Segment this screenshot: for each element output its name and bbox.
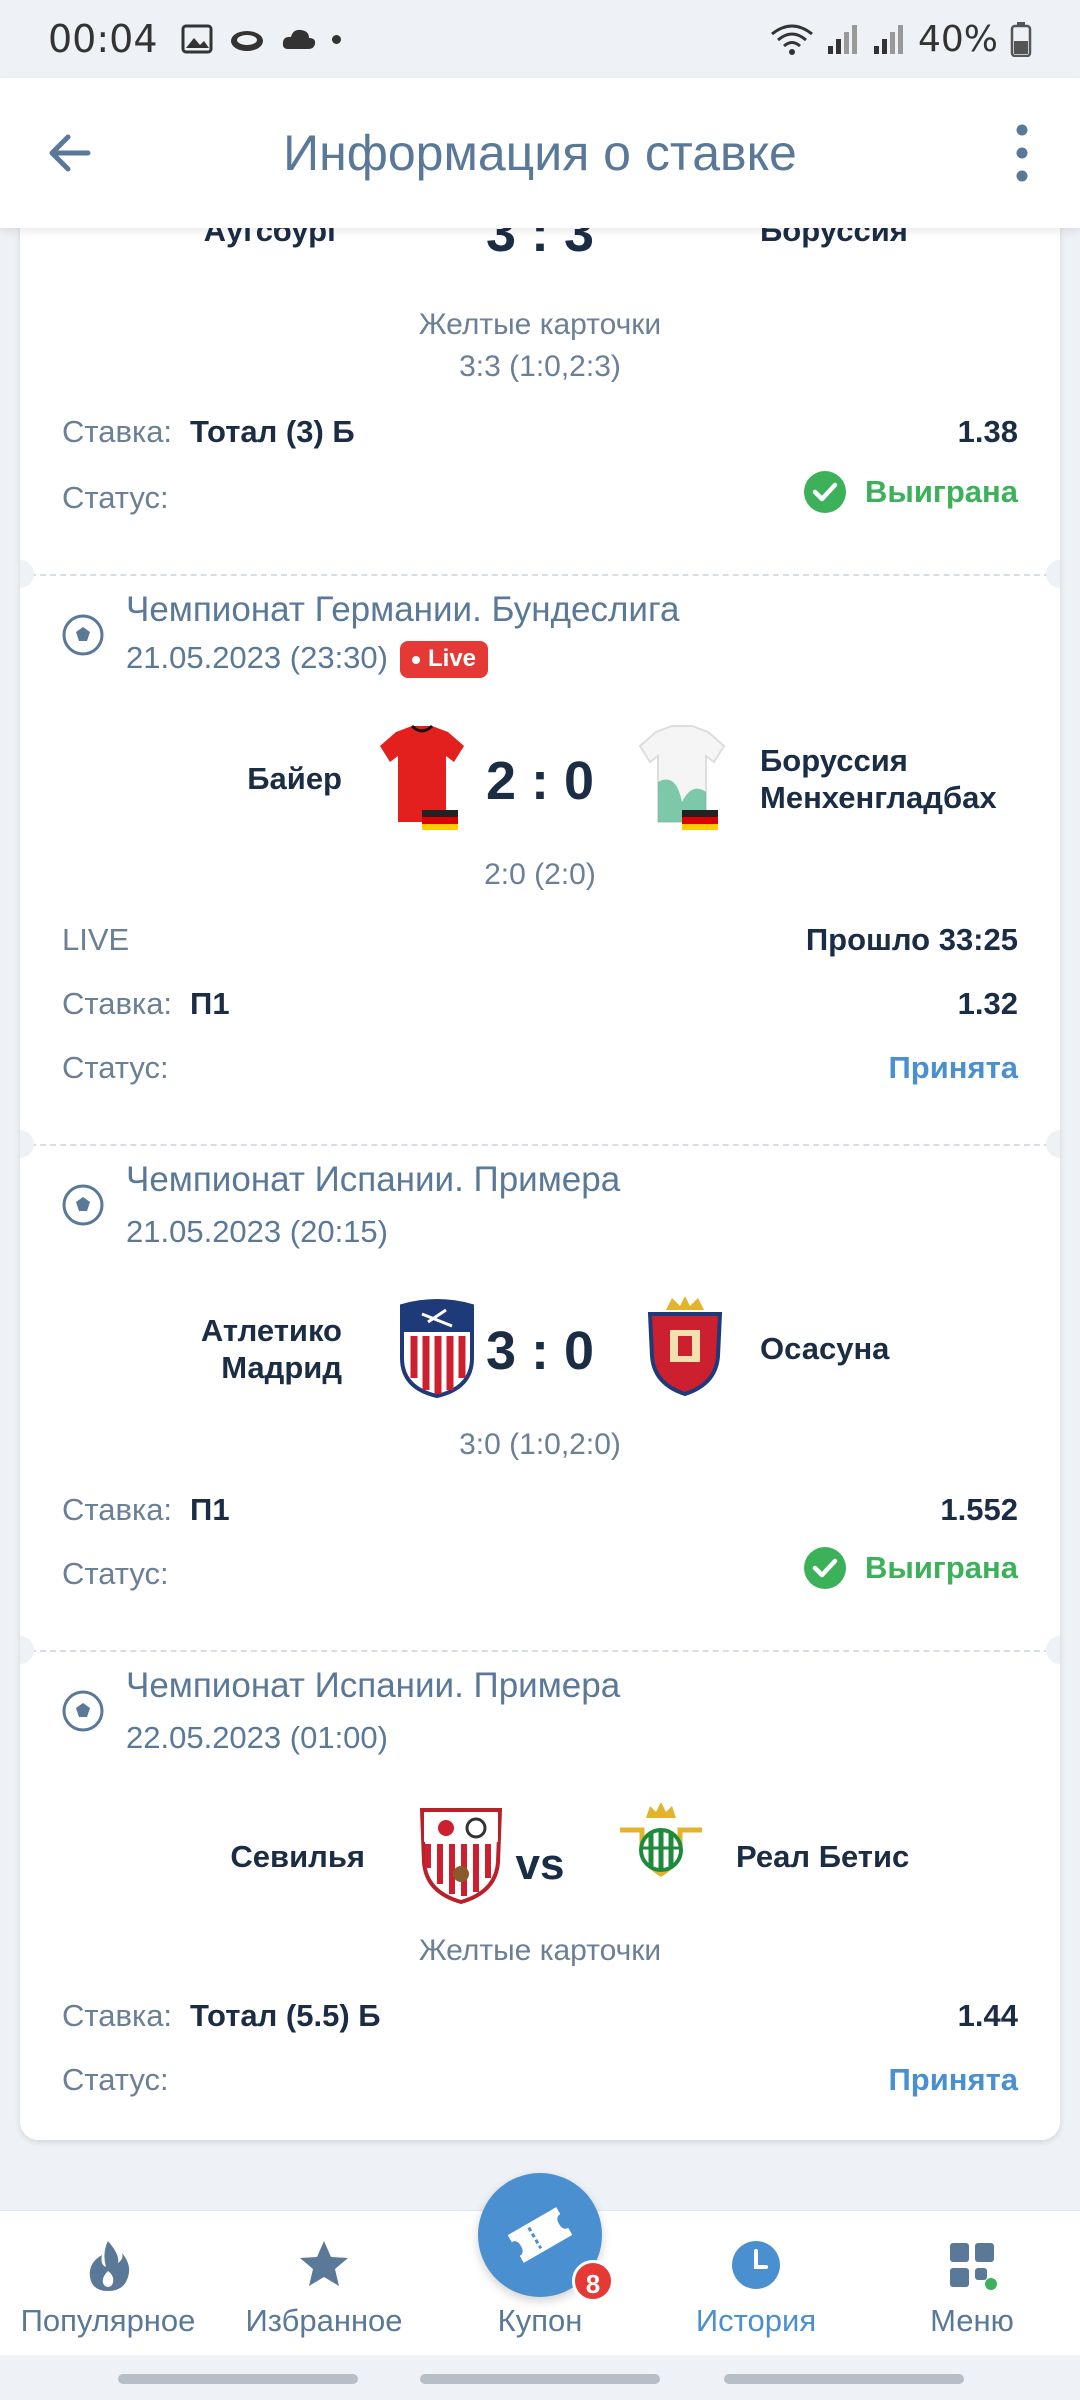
- bet-market: Желтые карточки: [418, 308, 662, 341]
- stake-value: П1: [190, 1492, 230, 1527]
- match-date: 21.05.2023 (23:30) Live: [126, 640, 489, 679]
- home-team-name: Атлетико Мадрид: [200, 1313, 342, 1385]
- system-nav-bar: [420, 2374, 660, 2384]
- match-result-detail: 3:3 (1:0,2:3): [459, 350, 621, 383]
- ticket-notch: [1046, 1130, 1060, 1158]
- battery-icon: [1010, 22, 1032, 57]
- away-jersey-icon: [638, 725, 726, 830]
- more-vertical-icon[interactable]: [1002, 118, 1042, 188]
- nav-menu[interactable]: Меню: [864, 2237, 1080, 2339]
- real-betis-crest-icon: [620, 1802, 702, 1877]
- status-label: Статус:: [62, 1556, 169, 1591]
- match-score: 2 : 0: [485, 751, 595, 811]
- ticket-notch: [20, 560, 34, 588]
- dot-icon: [331, 34, 341, 44]
- match-date: 22.05.2023 (01:00): [126, 1720, 388, 1755]
- live-badge: Live: [400, 641, 489, 679]
- nav-popular[interactable]: Популярное: [0, 2237, 216, 2339]
- osasuna-crest-icon: [647, 1296, 723, 1396]
- check-circle-icon: [804, 1547, 847, 1589]
- app-header: Информация о ставке: [0, 78, 1080, 228]
- status-bar: 00:04 40%: [0, 0, 1080, 78]
- clock-icon: [732, 2241, 780, 2289]
- football-icon: [62, 1690, 104, 1732]
- bet-market: Желтые карточки: [418, 1934, 662, 1967]
- nav-favorites[interactable]: Избранное: [216, 2237, 432, 2339]
- ticket-notch: [20, 1130, 34, 1158]
- status-accepted: Принята: [888, 1050, 1018, 1085]
- odds-value: 1.38: [957, 414, 1018, 449]
- check-circle-icon: [804, 471, 847, 513]
- stake-value: П1: [190, 986, 230, 1021]
- nav-coupon[interactable]: Купон: [432, 2303, 648, 2339]
- status-label: Статус:: [62, 480, 169, 515]
- stake-value: Тотал (3) Б: [190, 414, 355, 449]
- signal-icon: [827, 25, 857, 54]
- status-won: Выиграна: [803, 470, 1018, 514]
- stake-row: Ставка: П1: [62, 986, 230, 1021]
- grid-icon: [950, 2243, 997, 2290]
- football-icon: [62, 1184, 104, 1226]
- back-arrow-icon[interactable]: [42, 123, 102, 183]
- divider: [20, 1650, 1060, 1652]
- ticket-notch: [20, 1636, 34, 1664]
- star-icon: [300, 2241, 348, 2286]
- versus-label: vs: [515, 1840, 565, 1889]
- weather-cloud-icon: [282, 29, 315, 49]
- page-title: Информация о ставке: [283, 125, 797, 181]
- match-date: 21.05.2023 (20:15): [126, 1214, 388, 1249]
- league-name: Чемпионат Испании. Примера: [126, 1160, 621, 1199]
- home-team-name: Севилья: [230, 1839, 365, 1874]
- match-result-detail: 3:0 (1:0,2:0): [459, 1428, 621, 1461]
- status-won: Выиграна: [803, 1546, 1018, 1590]
- away-team-name: Осасуна: [760, 1331, 890, 1366]
- bet-details-card: Аугсбург 3 : 3 Боруссия Желтые карточки …: [20, 150, 1060, 2140]
- away-team-name: Боруссия Менхенгладбах: [760, 743, 997, 815]
- system-nav-bar: [118, 2374, 358, 2384]
- ticket-notch: [1046, 1636, 1060, 1664]
- cloud-icon: [230, 31, 263, 51]
- status-accepted: Принята: [888, 2062, 1018, 2097]
- stake-row: Ставка: П1: [62, 1492, 230, 1527]
- home-team-name: Байер: [247, 761, 342, 796]
- divider: [20, 1144, 1060, 1146]
- football-icon: [62, 614, 104, 656]
- stake-row: Ставка: Тотал (3) Б: [62, 414, 355, 449]
- odds-value: 1.552: [940, 1492, 1018, 1527]
- away-team-name: Реал Бетис: [736, 1839, 910, 1874]
- wifi-icon: [771, 24, 813, 55]
- stake-row: Ставка: Тотал (5.5) Б: [62, 1998, 381, 2033]
- signal-icon-2: [873, 25, 903, 54]
- elapsed-time: Прошло 33:25: [805, 922, 1018, 957]
- league-name: Чемпионат Испании. Примера: [126, 1666, 621, 1705]
- divider: [20, 574, 1060, 576]
- status-label: Статус:: [62, 1050, 169, 1085]
- match-result-detail: 2:0 (2:0): [484, 858, 596, 891]
- league-name: Чемпионат Германии. Бундеслига: [126, 590, 680, 629]
- match-score: 3 : 0: [485, 1321, 595, 1381]
- live-label: LIVE: [62, 922, 130, 957]
- status-label: Статус:: [62, 2062, 169, 2097]
- ticket-notch: [1046, 560, 1060, 588]
- battery-level: 40%: [917, 18, 998, 60]
- odds-value: 1.32: [957, 986, 1018, 1021]
- stake-value: Тотал (5.5) Б: [190, 1998, 381, 2033]
- flame-icon: [89, 2241, 130, 2291]
- gallery-icon: [181, 24, 213, 54]
- nav-history[interactable]: История: [648, 2237, 864, 2339]
- coupon-count-badge: 8: [572, 2260, 614, 2302]
- system-nav-bar: [724, 2374, 964, 2384]
- status-time: 00:04: [48, 17, 158, 61]
- odds-value: 1.44: [957, 1998, 1018, 2033]
